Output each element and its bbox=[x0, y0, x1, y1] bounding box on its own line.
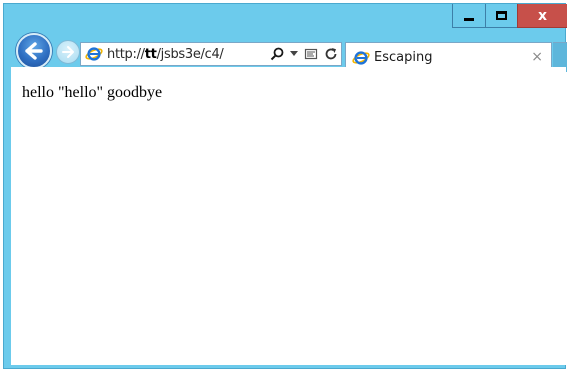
close-icon: x bbox=[537, 7, 548, 24]
address-tools bbox=[269, 43, 339, 65]
compatibility-view-button[interactable] bbox=[303, 46, 319, 62]
back-arrow-icon bbox=[25, 42, 43, 60]
forward-arrow-icon bbox=[62, 46, 74, 58]
refresh-button[interactable] bbox=[323, 46, 339, 62]
internet-explorer-icon bbox=[85, 47, 103, 61]
page-text: hello "hello" goodbye bbox=[22, 84, 163, 101]
tab-title: Escaping bbox=[374, 50, 433, 65]
maximize-button[interactable] bbox=[485, 4, 517, 28]
close-button[interactable]: x bbox=[517, 4, 567, 28]
back-button[interactable] bbox=[16, 33, 52, 69]
forward-button[interactable] bbox=[56, 40, 80, 64]
chevron-down-icon bbox=[290, 51, 298, 56]
internet-explorer-icon bbox=[352, 50, 370, 65]
address-bar[interactable]: http://tt/jsbs3e/c4/ bbox=[80, 42, 342, 66]
search-icon bbox=[270, 47, 284, 61]
url-path: /jsbs3e/c4/ bbox=[156, 46, 224, 62]
minimize-button[interactable] bbox=[452, 4, 485, 28]
page-content: hello "hello" goodbye bbox=[11, 67, 566, 365]
maximize-icon bbox=[496, 11, 507, 20]
minimize-icon bbox=[464, 18, 474, 21]
url-text[interactable]: http://tt/jsbs3e/c4/ bbox=[107, 47, 224, 62]
search-button[interactable] bbox=[269, 46, 285, 62]
refresh-icon bbox=[325, 48, 337, 60]
url-host: tt bbox=[144, 46, 157, 62]
tab-close-button[interactable]: × bbox=[531, 49, 543, 65]
address-dropdown-button[interactable] bbox=[289, 46, 299, 62]
url-prefix: http:// bbox=[107, 46, 145, 62]
compatibility-view-icon bbox=[304, 48, 318, 60]
